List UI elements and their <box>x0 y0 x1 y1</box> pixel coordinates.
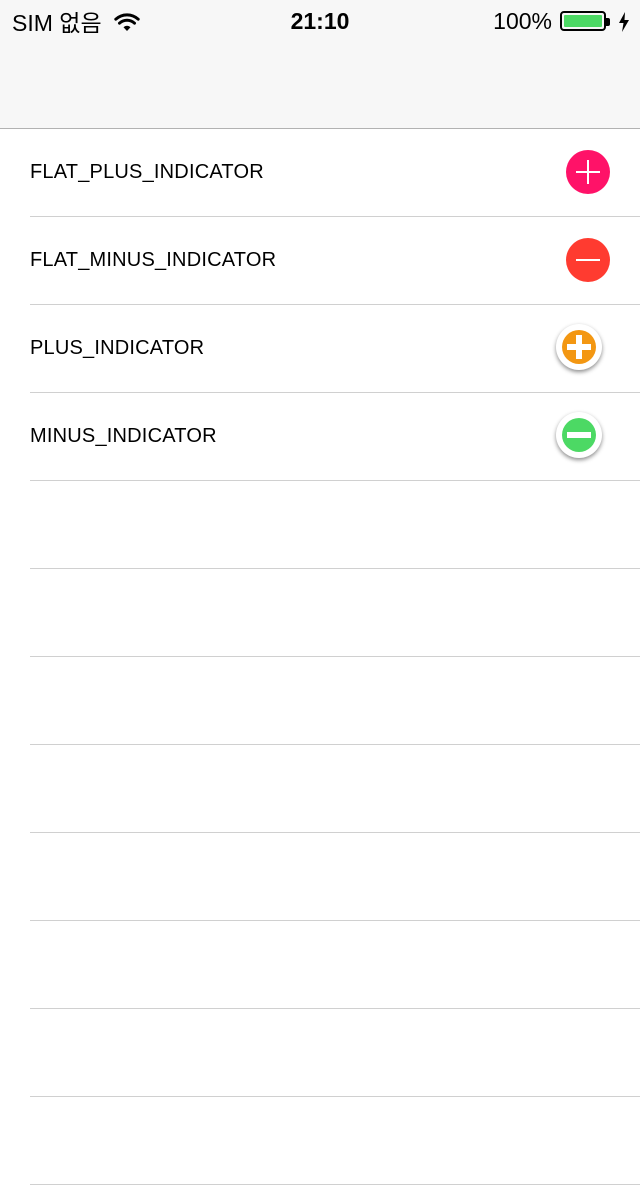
empty-row <box>30 1009 640 1097</box>
battery-percent: 100% <box>493 7 552 34</box>
empty-row <box>30 1097 640 1185</box>
empty-row <box>30 569 640 657</box>
minus-indicator-icon[interactable] <box>556 412 602 458</box>
plus-indicator-icon[interactable] <box>556 324 602 370</box>
charging-bolt-icon <box>618 11 630 32</box>
empty-row <box>30 657 640 745</box>
flat-minus-icon[interactable] <box>566 238 610 282</box>
row-label: FLAT_MINUS_INDICATOR <box>30 249 277 271</box>
status-bar: SIM 없음 21:10 100% <box>0 0 640 40</box>
empty-row <box>30 833 640 921</box>
empty-row <box>30 921 640 1009</box>
list-item-flat-minus[interactable]: FLAT_MINUS_INDICATOR <box>30 217 640 305</box>
status-right: 100% <box>493 6 630 36</box>
indicator-list: FLAT_PLUS_INDICATOR FLAT_MINUS_INDICATOR… <box>0 129 640 1185</box>
battery-icon <box>560 11 610 31</box>
empty-row <box>30 481 640 569</box>
row-label: MINUS_INDICATOR <box>30 425 217 447</box>
list-item-minus[interactable]: MINUS_INDICATOR <box>30 393 640 481</box>
empty-row <box>30 745 640 833</box>
list-item-plus[interactable]: PLUS_INDICATOR <box>30 305 640 393</box>
list-item-flat-plus[interactable]: FLAT_PLUS_INDICATOR <box>30 129 640 217</box>
row-label: PLUS_INDICATOR <box>30 337 205 359</box>
navigation-bar <box>0 40 640 129</box>
row-label: FLAT_PLUS_INDICATOR <box>30 161 264 183</box>
flat-plus-icon[interactable] <box>566 150 610 194</box>
